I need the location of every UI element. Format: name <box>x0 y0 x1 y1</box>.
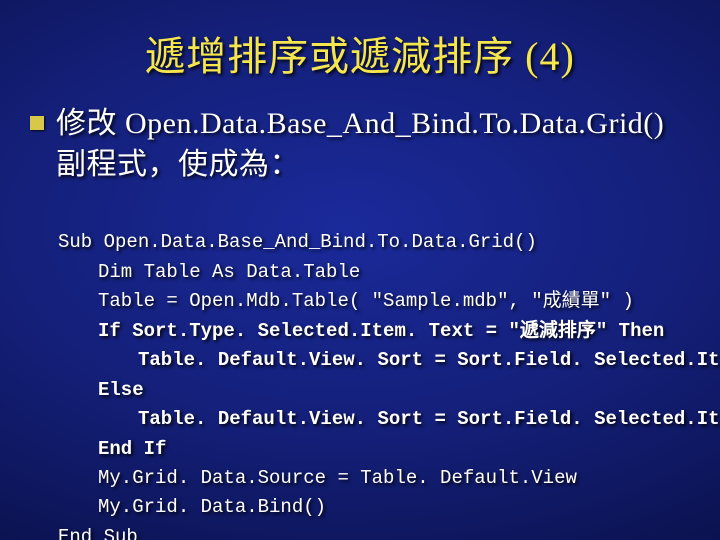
code-line: End If <box>58 435 166 464</box>
code-line: Table. Default.View. Sort = Sort.Field. … <box>58 346 720 375</box>
square-bullet-icon <box>30 116 44 130</box>
lead-block: 修改 Open.Data.Base_And_Bind.To.Data.Grid(… <box>30 104 690 185</box>
code-line: End Sub <box>58 526 138 540</box>
code-line: Sub Open.Data.Base_And_Bind.To.Data.Grid… <box>58 231 537 253</box>
code-line: Table. Default.View. Sort = Sort.Field. … <box>58 405 720 434</box>
code-line: Dim Table As Data.Table <box>58 258 360 287</box>
code-line: Table = Open.Mdb.Table( "Sample.mdb", "成… <box>58 287 634 316</box>
code-line: If Sort.Type. Selected.Item. Text = "遞減排… <box>58 317 664 346</box>
code-line: My.Grid. Data.Source = Table. Default.Vi… <box>58 464 577 493</box>
slide-title: 遞增排序或遞減排序 (4) <box>30 24 690 82</box>
lead-text: 修改 Open.Data.Base_And_Bind.To.Data.Grid(… <box>56 104 690 185</box>
code-block: Sub Open.Data.Base_And_Bind.To.Data.Grid… <box>30 199 690 540</box>
code-line: Else <box>58 376 144 405</box>
code-line: My.Grid. Data.Bind() <box>58 493 326 522</box>
